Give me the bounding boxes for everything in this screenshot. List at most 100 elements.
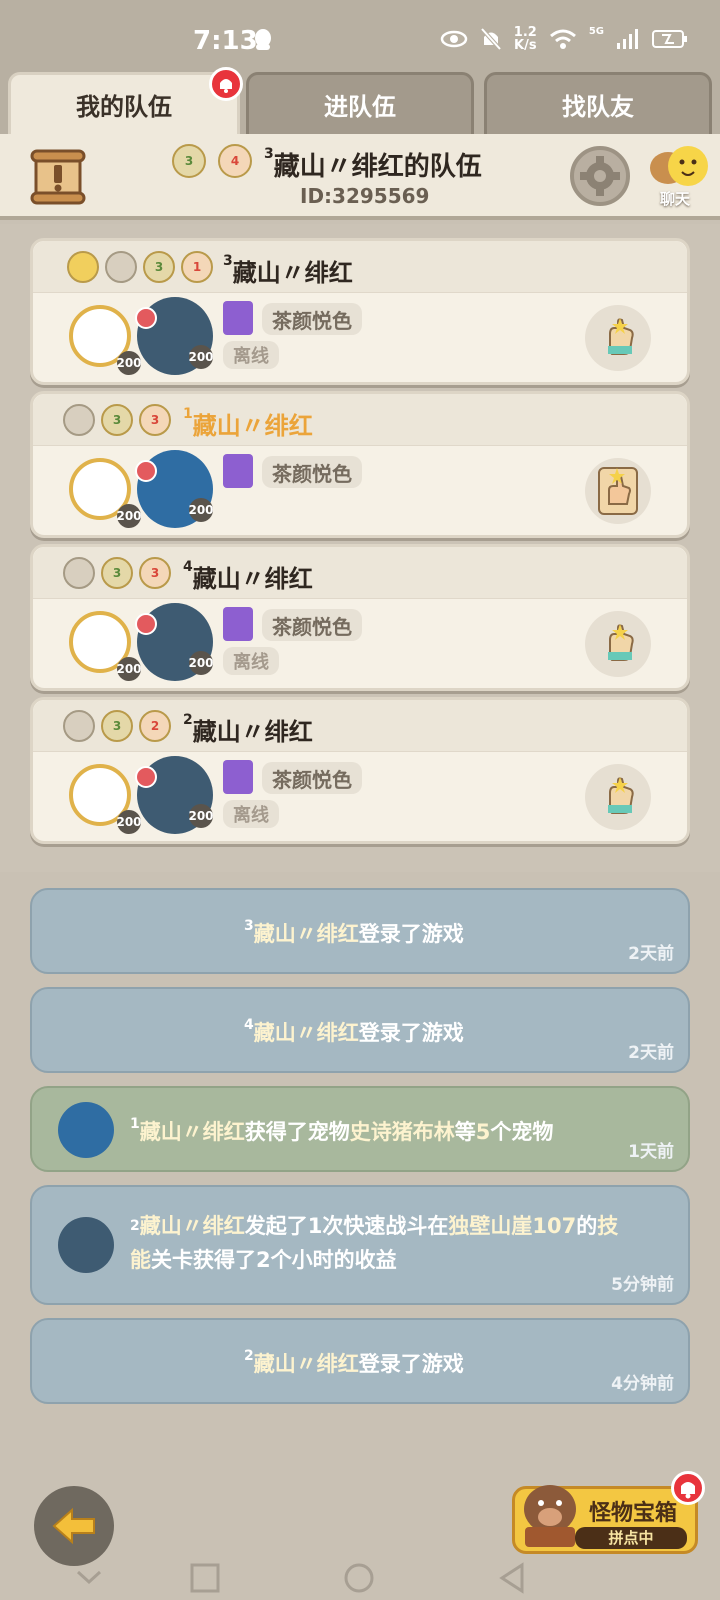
net-speed-unit: K/s <box>514 38 537 53</box>
like-hand-star-icon[interactable] <box>585 764 651 830</box>
feed-text: 登录了游戏 <box>358 1021 464 1045</box>
tab-join-team[interactable]: 进队伍 <box>246 72 474 134</box>
treasure-title: 怪物宝箱 <box>589 1501 678 1526</box>
member-card[interactable]: 3 3 4藏山〃绯红 200 200 茶颜悦色 离线 <box>30 544 690 691</box>
chat-button[interactable]: 聊天 <box>648 144 712 214</box>
activity-feed-item: 2藏山〃绯红发起了1次快速战斗在独壁山崖107的技 能关卡获得了2个小时的收益 5… <box>30 1185 690 1305</box>
offline-status-tag: 离线 <box>223 647 279 675</box>
net-speed: 1.2 K/s <box>514 26 537 52</box>
like-hand-star-icon[interactable] <box>585 611 651 677</box>
feed-player-name: 藏山〃绯红 <box>253 922 359 946</box>
level-badge: 200 <box>188 498 214 522</box>
feed-text: 个宠物 <box>490 1120 554 1144</box>
feed-text: 登录了游戏 <box>358 922 464 946</box>
tab-find-teammate[interactable]: 找队友 <box>484 72 712 134</box>
offline-status-tag: 离线 <box>223 800 279 828</box>
feed-place-name: 独壁山崖107 <box>448 1214 577 1238</box>
feed-player-name: 藏山〃绯红 <box>253 1352 359 1376</box>
rank-shield-badge <box>67 251 99 283</box>
back-button[interactable] <box>34 1486 114 1566</box>
member-card[interactable]: 3 2 2藏山〃绯红 200 200 茶颜悦色 离线 <box>30 697 690 844</box>
rank-badge-red: 2 <box>139 710 171 742</box>
team-rank-badge-red: 4 <box>218 144 252 178</box>
member-card[interactable]: 3 1 3藏山〃绯红 200 200 茶颜悦色 离线 <box>30 238 690 385</box>
member-card-header: 3 3 4藏山〃绯红 <box>33 547 687 599</box>
status-icons: 1.2 K/s 5G <box>440 26 688 52</box>
member-name: 2藏山〃绯红 <box>183 712 313 747</box>
nav-down-icon[interactable] <box>72 1562 106 1594</box>
level-badge: 200 <box>188 804 214 828</box>
status-time: 7:13 <box>193 26 258 56</box>
feed-highlight: 能 <box>130 1248 151 1272</box>
notification-bell-icon <box>209 67 243 101</box>
rank-badge-green: 3 <box>101 710 133 742</box>
chat-emoji-icon <box>650 146 708 186</box>
team-header: 3 4 3藏山〃绯红的队伍 ID:3295569 聊天 <box>0 134 720 220</box>
feed-text: 获得了宠物 <box>244 1120 350 1144</box>
feed-pet-name: 史诗猪布林 <box>349 1120 455 1144</box>
level-badge: 200 <box>116 504 142 528</box>
status-bar: 7:13 1.2 K/s 5G <box>0 0 720 64</box>
settings-gear-icon[interactable] <box>570 146 630 206</box>
rank-badge-green: 3 <box>143 251 175 283</box>
member-card-header: 3 1 3藏山〃绯红 <box>33 241 687 293</box>
treasure-subtitle: 拼点中 <box>575 1527 687 1549</box>
battery-icon <box>652 30 687 48</box>
feed-text: 关卡获得了2个小时的收益 <box>151 1248 397 1272</box>
member-name-sup: 4 <box>183 559 193 575</box>
feed-time: 4分钟前 <box>611 1374 674 1394</box>
monster-chest-button[interactable]: 怪物宝箱 拼点中 <box>512 1471 705 1554</box>
feed-message: 1藏山〃绯红获得了宠物史诗猪布林等5个宠物 <box>130 1116 553 1146</box>
guild-moon-icon <box>223 454 253 488</box>
feed-text: 登录了游戏 <box>358 1352 464 1376</box>
tab-find-teammate-label: 找队友 <box>562 93 634 121</box>
feed-message: 2藏山〃绯红发起了1次快速战斗在独壁山崖107的技 能关卡获得了2个小时的收益 <box>130 1209 650 1277</box>
qq-icon <box>255 29 271 50</box>
member-name: 4藏山〃绯红 <box>183 559 313 594</box>
scroll-notice-icon[interactable] <box>28 147 88 207</box>
member-name-text: 藏山〃绯红 <box>192 565 313 593</box>
mole-badge <box>63 557 95 589</box>
feed-text: 发起了1次快速战斗在 <box>244 1214 449 1238</box>
member-badges: 3 3 <box>63 404 171 436</box>
signal-5g-icon: 5G <box>588 25 604 37</box>
dragon-pet-avatar <box>58 1102 114 1158</box>
mole-badge <box>63 710 95 742</box>
member-name: 3藏山〃绯红 <box>223 253 353 288</box>
nav-back-icon[interactable] <box>496 1562 530 1594</box>
member-card-header: 3 3 1藏山〃绯红 <box>33 394 687 446</box>
feed-text: 的 <box>576 1214 598 1238</box>
pet-element-icon <box>135 613 157 635</box>
nav-circle-icon[interactable] <box>342 1562 376 1594</box>
team-title: 3藏山〃绯红的队伍 <box>264 146 482 183</box>
feed-message: 4藏山〃绯红登录了游戏 <box>244 1017 464 1047</box>
notification-bell-icon <box>671 1471 705 1505</box>
offline-status-tag: 离线 <box>223 341 279 369</box>
member-name-sup: 3 <box>223 253 233 269</box>
rank-badge-red: 1 <box>181 251 213 283</box>
level-badge: 200 <box>188 651 214 675</box>
feed-name-sup: 2 <box>130 1218 140 1234</box>
feed-player-name: 藏山〃绯红 <box>139 1120 245 1144</box>
tab-my-team[interactable]: 我的队伍 <box>8 67 243 134</box>
level-badge: 200 <box>116 657 142 681</box>
feed-name-sup: 3 <box>244 918 254 934</box>
mole-badge <box>105 251 137 283</box>
member-name: 1藏山〃绯红 <box>183 406 313 441</box>
feed-time: 5分钟前 <box>611 1275 674 1295</box>
member-card[interactable]: 3 3 1藏山〃绯红 200 200 茶颜悦色 <box>30 391 690 538</box>
feed-message: 3藏山〃绯红登录了游戏 <box>244 918 464 948</box>
wifi-icon <box>549 29 576 49</box>
nav-home-icon[interactable] <box>188 1562 222 1594</box>
like-hand-star-icon[interactable] <box>585 305 651 371</box>
team-rank-badge-green: 3 <box>172 144 206 178</box>
card-hand-icon[interactable] <box>585 458 651 524</box>
boar-icon <box>524 1485 576 1547</box>
member-name-sup: 1 <box>183 406 193 422</box>
member-badges: 3 2 <box>63 710 171 742</box>
member-name-sup: 2 <box>183 712 193 728</box>
level-badge: 200 <box>116 810 142 834</box>
feed-name-sup: 1 <box>130 1116 140 1132</box>
feed-time: 1天前 <box>628 1142 674 1162</box>
pet-element-icon <box>135 307 157 329</box>
